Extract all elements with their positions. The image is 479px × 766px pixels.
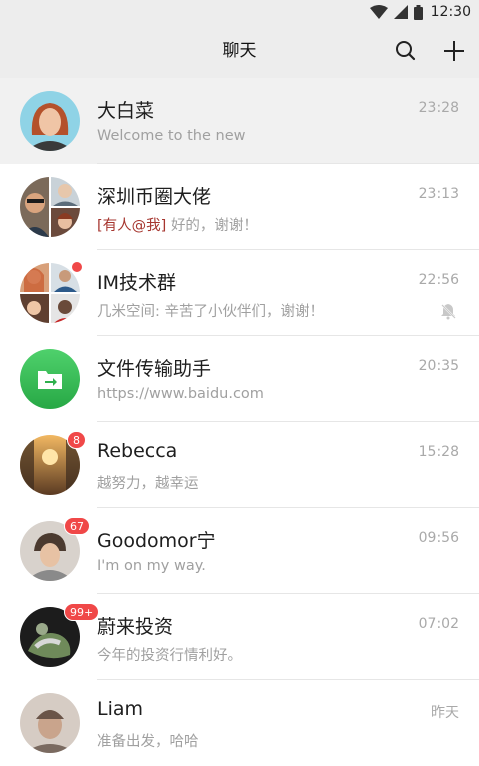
mention-tag: [有人@我] xyxy=(97,218,167,234)
avatar xyxy=(20,91,80,151)
file-transfer-icon xyxy=(20,349,80,409)
chat-time: 22:56 xyxy=(418,272,459,288)
chat-last-message: [有人@我] 好的，谢谢！ xyxy=(97,214,258,235)
add-button[interactable] xyxy=(440,37,468,65)
plus-icon xyxy=(444,41,464,61)
chat-last-message: 准备出发，哈哈 xyxy=(97,734,199,750)
chat-item-shenzhen-group[interactable]: 深圳币圈大佬 [有人@我] 好的，谢谢！ 23:13 xyxy=(0,164,479,250)
battery-icon xyxy=(413,4,423,20)
chat-message-text: 好的，谢谢！ xyxy=(170,218,258,234)
signal-icon xyxy=(393,5,408,19)
wifi-icon xyxy=(369,5,388,19)
chat-last-message: 越努力，越幸运 xyxy=(97,476,199,492)
chat-item-rebecca[interactable]: 8 Rebecca 越努力，越幸运 15:28 xyxy=(0,422,479,508)
unread-dot xyxy=(71,261,83,273)
chat-name: Liam xyxy=(97,698,144,720)
chat-time: 09:56 xyxy=(418,530,459,546)
unread-badge: 67 xyxy=(64,517,90,535)
chat-item-liam[interactable]: Liam 准备出发，哈哈 昨天 xyxy=(0,680,479,766)
group-avatar xyxy=(20,177,80,237)
file-transfer-avatar xyxy=(20,349,80,409)
chat-item-nio-invest[interactable]: 99+ 蔚来投资 今年的投资行情利好。 07:02 xyxy=(0,594,479,680)
chat-name: IM技术群 xyxy=(97,272,176,294)
chat-time: 15:28 xyxy=(418,444,459,460)
chat-name: Goodomor宁 xyxy=(97,530,216,552)
chat-last-message: https://www.baidu.com xyxy=(97,386,264,402)
chat-last-message: 几米空间: 辛苦了小伙伴们，谢谢！ xyxy=(97,304,324,320)
chat-last-message: Welcome to the new xyxy=(97,128,246,144)
chat-item-im-group[interactable]: IM技术群 几米空间: 辛苦了小伙伴们，谢谢！ 22:56 xyxy=(0,250,479,336)
status-icons: 12:30 xyxy=(369,0,471,24)
chat-name: 蔚来投资 xyxy=(97,616,174,638)
chat-item-dabaicai[interactable]: 大白菜 Welcome to the new 23:28 xyxy=(0,78,479,164)
search-button[interactable] xyxy=(392,37,420,65)
group-avatar xyxy=(20,263,80,323)
avatar xyxy=(20,693,80,753)
chat-time: 20:35 xyxy=(418,358,459,374)
mute-bell-icon xyxy=(440,303,456,320)
chat-item-file-transfer[interactable]: 文件传输助手 https://www.baidu.com 20:35 xyxy=(0,336,479,422)
chat-time: 23:28 xyxy=(418,100,459,116)
chat-item-goodomor[interactable]: 67 Goodomor宁 I'm on my way. 09:56 xyxy=(0,508,479,594)
chat-name: Rebecca xyxy=(97,440,178,462)
unread-badge: 8 xyxy=(67,431,86,449)
chat-time: 23:13 xyxy=(418,186,459,202)
status-bar: 12:30 xyxy=(0,0,479,24)
chat-last-message: I'm on my way. xyxy=(97,558,206,574)
search-icon xyxy=(396,41,416,61)
chat-last-message: 今年的投资行情利好。 xyxy=(97,648,242,664)
chat-name: 文件传输助手 xyxy=(97,358,212,380)
status-time: 12:30 xyxy=(430,4,471,20)
chat-name: 深圳币圈大佬 xyxy=(97,186,212,208)
chat-time: 07:02 xyxy=(418,616,459,632)
unread-badge: 99+ xyxy=(64,603,100,621)
chat-name: 大白菜 xyxy=(97,100,155,122)
header: 聊天 xyxy=(0,24,479,78)
chat-time: 昨天 xyxy=(431,705,459,721)
